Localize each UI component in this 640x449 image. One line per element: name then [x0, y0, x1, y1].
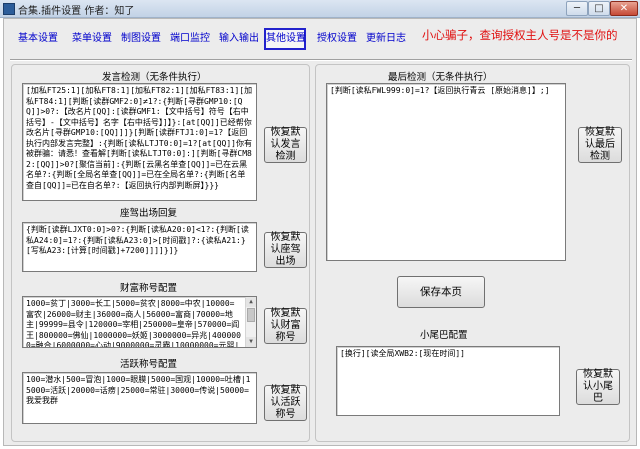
tab-update-log[interactable]: 更新日志 — [360, 28, 412, 50]
title-bar: 合集.插件设置 作者：知了 ─ □ ✕ — [0, 0, 640, 18]
active-title-textarea[interactable]: 100=潜水|500=冒泡|1000=眼膜|5000=国观|10000=吐槽|1… — [22, 372, 257, 424]
scroll-thumb[interactable] — [247, 308, 255, 322]
reset-speech-detect-button[interactable]: 恢复默认发言检测 — [264, 127, 307, 163]
last-detect-textarea[interactable]: [判断[读私FWL999:0]=1?【返回执行青云 [原始消息]】;] — [326, 83, 566, 261]
scam-warning: 小心骗子，查询授权主人号是不是你的 — [422, 28, 618, 42]
window-client-area: 基本设置 菜单设置 制图设置 端口监控 输入输出 其他设置 授权设置 更新日志 … — [3, 18, 637, 446]
nav-divider — [10, 59, 632, 61]
tab-input-output[interactable]: 输入输出 — [213, 28, 265, 50]
save-page-button[interactable]: 保存本页 — [397, 276, 485, 308]
tab-menu-settings[interactable]: 菜单设置 — [66, 28, 118, 50]
left-config-panel: 发言检测（无条件执行） [加私FT25:1][加私FT8:1][加私FT82:1… — [11, 64, 310, 442]
reset-wealth-title-button[interactable]: 恢复默认财富称号 — [264, 308, 307, 344]
minimize-button[interactable]: ─ — [566, 1, 588, 16]
tab-drawing-settings[interactable]: 制图设置 — [115, 28, 167, 50]
wealth-scrollbar[interactable]: ▲ ▼ — [245, 297, 256, 347]
right-config-panel: 最后检测（无条件执行） [判断[读私FWL999:0]=1?【返回执行青云 [原… — [315, 64, 630, 442]
tail-config-textarea[interactable]: [换行][读全局XWB2:[现在时间]] — [336, 346, 560, 416]
last-detect-label: 最后检测（无条件执行） — [388, 72, 493, 83]
close-button[interactable]: ✕ — [610, 1, 638, 16]
tail-config-label: 小尾巴配置 — [420, 330, 468, 341]
wealth-title-text: 1000=贫丁|3000=长工|5000=贫农|8000=中农|10000=富农… — [26, 299, 241, 348]
tab-basic-settings[interactable]: 基本设置 — [12, 28, 64, 50]
active-title-label: 活跃称号配置 — [120, 359, 178, 370]
window-title: 合集.插件设置 作者：知了 — [18, 6, 135, 17]
speech-detect-label: 发言检测（无条件执行） — [102, 72, 207, 83]
tab-port-monitor[interactable]: 端口监控 — [164, 28, 216, 50]
reset-last-detect-button[interactable]: 恢复默认最后检测 — [578, 127, 622, 163]
seat-reply-label: 座驾出场回复 — [120, 208, 178, 219]
app-icon — [3, 3, 15, 15]
tab-other-settings[interactable]: 其他设置 — [264, 28, 306, 50]
tab-auth-settings[interactable]: 授权设置 — [311, 28, 363, 50]
reset-seat-reply-button[interactable]: 恢复默认座驾出场 — [264, 232, 307, 268]
seat-reply-textarea[interactable]: {判断[读群LJXT0:0]>0?:{判断[读私A20:0]<1?:{判断[读私… — [22, 222, 257, 272]
reset-active-title-button[interactable]: 恢复默认活跃称号 — [264, 385, 307, 421]
wealth-title-label: 财富称号配置 — [120, 283, 178, 294]
maximize-button[interactable]: □ — [588, 1, 610, 16]
reset-tail-config-button[interactable]: 恢复默认小尾巴 — [576, 369, 620, 405]
scroll-down-arrow-icon[interactable]: ▼ — [246, 337, 256, 347]
wealth-title-textarea[interactable]: 1000=贫丁|3000=长工|5000=贫农|8000=中农|10000=富农… — [22, 296, 257, 348]
speech-detect-textarea[interactable]: [加私FT25:1][加私FT8:1][加私FT82:1][加私FT83:1][… — [22, 83, 257, 201]
scroll-up-arrow-icon[interactable]: ▲ — [246, 297, 256, 307]
